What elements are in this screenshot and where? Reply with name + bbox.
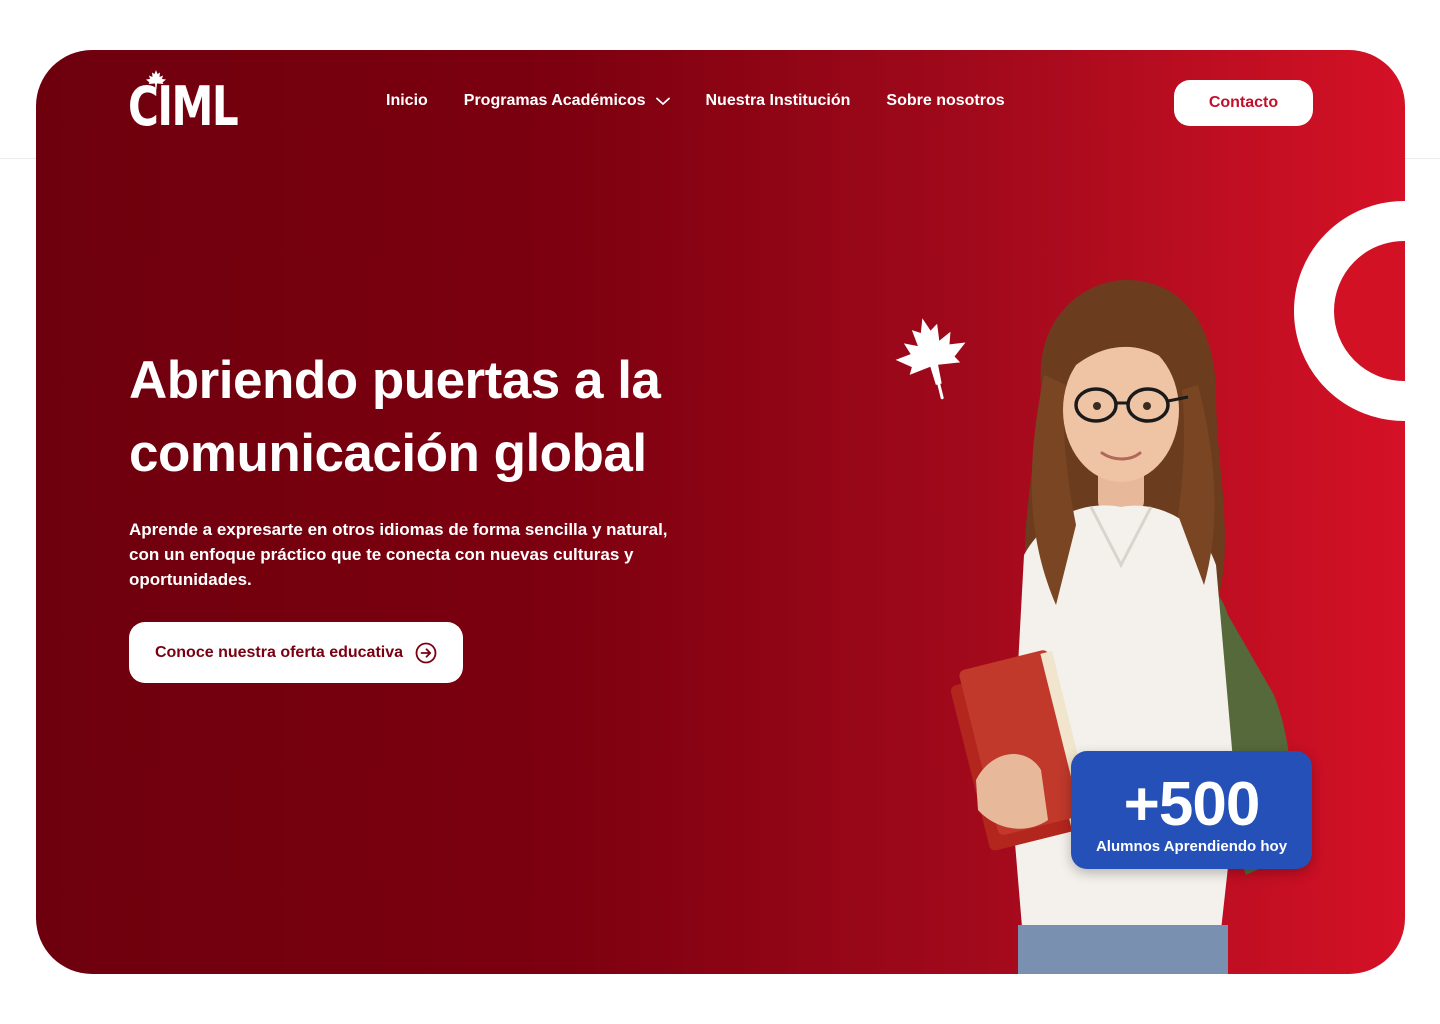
student-illustration	[950, 280, 1293, 974]
logo-maple-leaf-icon	[144, 70, 168, 90]
hero-headline: Abriendo puertas a la comunicación globa…	[129, 344, 769, 490]
cta-button-label: Conoce nuestra oferta educativa	[154, 643, 404, 661]
stat-count: +500	[1123, 770, 1261, 839]
nav-item-programas-label: Programas Académicos	[463, 92, 646, 109]
main-nav: Inicio Programas Académicos Nuestra Inst…	[386, 92, 1005, 110]
logo[interactable]: CIML	[128, 70, 239, 140]
nav-item-sobre-nosotros[interactable]: Sobre nosotros	[886, 92, 1004, 110]
nav-item-institucion[interactable]: Nuestra Institución	[706, 92, 851, 110]
hero-headline-line1: Abriendo puertas a la	[129, 351, 661, 410]
contact-button[interactable]: Contacto	[1174, 80, 1313, 126]
chevron-down-icon	[655, 97, 670, 105]
students-stat-badge: +500 Alumnos Aprendiendo hoy	[1071, 751, 1312, 869]
hero-headline-line2: comunicación global	[129, 424, 647, 483]
hero-subtext: Aprende a expresarte en otros idiomas de…	[129, 520, 668, 589]
arrow-circle-right-icon	[415, 642, 437, 663]
cta-button[interactable]: Conoce nuestra oferta educativa	[129, 622, 463, 683]
hero-section: CIML Inicio Programas Académicos Nuestra…	[36, 50, 1405, 974]
nav-item-programas[interactable]: Programas Académicos	[464, 92, 670, 110]
nav-item-inicio[interactable]: Inicio	[386, 92, 428, 110]
stat-label: Alumnos Aprendiendo hoy	[1095, 838, 1288, 855]
